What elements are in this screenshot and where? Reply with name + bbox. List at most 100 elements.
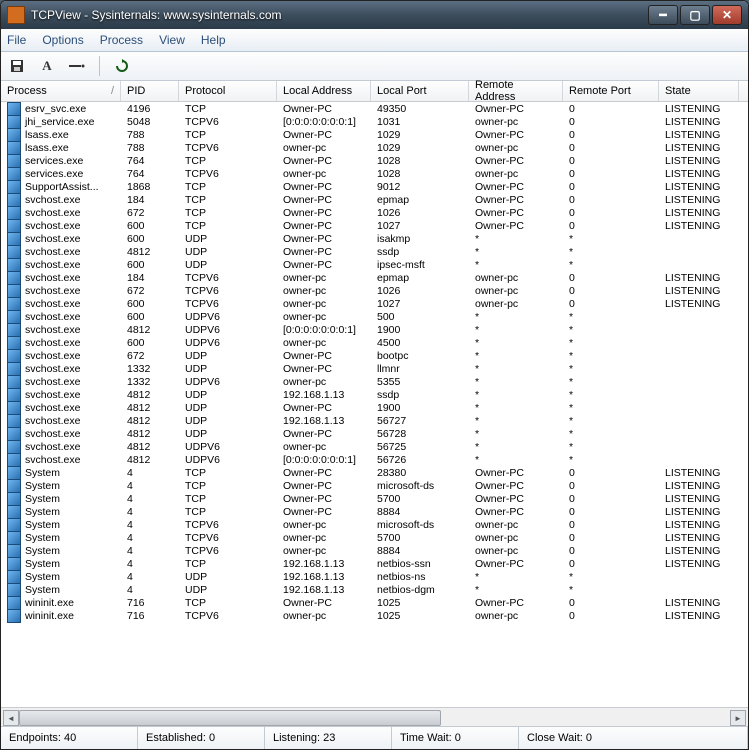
status-close-wait: Close Wait: 0 xyxy=(519,727,748,749)
cell-process: System xyxy=(1,466,121,480)
cell-local-address: Owner-PC xyxy=(277,103,371,115)
table-row[interactable]: svchost.exe4812UDPV6[0:0:0:0:0:0:0:1]567… xyxy=(1,453,748,466)
table-row[interactable]: services.exe764TCPV6owner-pc1028owner-pc… xyxy=(1,167,748,180)
table-row[interactable]: svchost.exe600UDPV6owner-pc4500** xyxy=(1,336,748,349)
process-icon xyxy=(7,180,21,194)
table-row[interactable]: System4UDP192.168.1.13netbios-ns** xyxy=(1,570,748,583)
cell-remote-address: owner-pc xyxy=(469,116,563,128)
menu-options[interactable]: Options xyxy=(42,33,83,47)
header-protocol[interactable]: Protocol xyxy=(179,81,277,101)
rule-button[interactable] xyxy=(67,56,87,76)
refresh-icon xyxy=(115,59,129,73)
table-row[interactable]: jhi_service.exe5048TCPV6[0:0:0:0:0:0:0:1… xyxy=(1,115,748,128)
table-row[interactable]: svchost.exe4812UDPOwner-PC1900** xyxy=(1,401,748,414)
table-row[interactable]: System4TCPOwner-PCmicrosoft-dsOwner-PC0L… xyxy=(1,479,748,492)
cell-local-address: owner-pc xyxy=(277,142,371,154)
cell-protocol: UDP xyxy=(179,389,277,401)
header-pid[interactable]: PID xyxy=(121,81,179,101)
header-state[interactable]: State xyxy=(659,81,739,101)
table-row[interactable]: lsass.exe788TCPOwner-PC1029Owner-PC0LIST… xyxy=(1,128,748,141)
scroll-right-arrow[interactable]: ► xyxy=(730,710,746,726)
header-remote-port[interactable]: Remote Port xyxy=(563,81,659,101)
table-row[interactable]: wininit.exe716TCPV6owner-pc1025owner-pc0… xyxy=(1,609,748,622)
table-row[interactable]: System4UDP192.168.1.13netbios-dgm** xyxy=(1,583,748,596)
table-row[interactable]: svchost.exe4812UDPV6[0:0:0:0:0:0:0:1]190… xyxy=(1,323,748,336)
table-row[interactable]: svchost.exe1332UDPOwner-PCllmnr** xyxy=(1,362,748,375)
cell-state: LISTENING xyxy=(659,168,739,180)
cell-state: LISTENING xyxy=(659,467,739,479)
table-row[interactable]: System4TCPV6owner-pc5700owner-pc0LISTENI… xyxy=(1,531,748,544)
table-row[interactable]: SupportAssist...1868TCPOwner-PC9012Owner… xyxy=(1,180,748,193)
table-row[interactable]: svchost.exe672TCPV6owner-pc1026owner-pc0… xyxy=(1,284,748,297)
cell-protocol: TCP xyxy=(179,103,277,115)
titlebar[interactable]: TCPView - Sysinternals: www.sysinternals… xyxy=(1,1,748,29)
header-remote-address[interactable]: Remote Address xyxy=(469,81,563,101)
scroll-left-arrow[interactable]: ◄ xyxy=(3,710,19,726)
table-row[interactable]: svchost.exe672TCPOwner-PC1026Owner-PC0LI… xyxy=(1,206,748,219)
menu-help[interactable]: Help xyxy=(201,33,226,47)
table-row[interactable]: System4TCPV6owner-pcmicrosoft-dsowner-pc… xyxy=(1,518,748,531)
save-button[interactable] xyxy=(7,56,27,76)
table-row[interactable]: System4TCPOwner-PC28380Owner-PC0LISTENIN… xyxy=(1,466,748,479)
close-button[interactable]: ✕ xyxy=(712,5,742,25)
table-row[interactable]: svchost.exe600TCPV6owner-pc1027owner-pc0… xyxy=(1,297,748,310)
cell-protocol: UDPV6 xyxy=(179,376,277,388)
minimize-button[interactable]: ━ xyxy=(648,5,678,25)
refresh-button[interactable] xyxy=(112,56,132,76)
table-row[interactable]: svchost.exe1332UDPV6owner-pc5355** xyxy=(1,375,748,388)
table-row[interactable]: svchost.exe4812UDP192.168.1.1356727** xyxy=(1,414,748,427)
cell-remote-address: * xyxy=(469,389,563,401)
cell-protocol: UDP xyxy=(179,428,277,440)
connection-table[interactable]: esrv_svc.exe4196TCPOwner-PC49350Owner-PC… xyxy=(1,102,748,707)
cell-remote-port: 0 xyxy=(563,194,659,206)
menu-process[interactable]: Process xyxy=(100,33,143,47)
maximize-button[interactable]: ▢ xyxy=(680,5,710,25)
table-row[interactable]: svchost.exe184TCPV6owner-pcepmapowner-pc… xyxy=(1,271,748,284)
process-name: svchost.exe xyxy=(25,415,80,427)
cell-local-address: Owner-PC xyxy=(277,246,371,258)
cell-state: LISTENING xyxy=(659,194,739,206)
table-row[interactable]: svchost.exe4812UDPOwner-PC56728** xyxy=(1,427,748,440)
cell-local-port: llmnr xyxy=(371,363,469,375)
header-process[interactable]: Process / xyxy=(1,81,121,101)
table-row[interactable]: svchost.exe672UDPOwner-PCbootpc** xyxy=(1,349,748,362)
table-row[interactable]: wininit.exe716TCPOwner-PC1025Owner-PC0LI… xyxy=(1,596,748,609)
header-local-address[interactable]: Local Address xyxy=(277,81,371,101)
scroll-thumb[interactable] xyxy=(19,710,441,726)
table-row[interactable]: lsass.exe788TCPV6owner-pc1029owner-pc0LI… xyxy=(1,141,748,154)
table-row[interactable]: svchost.exe600UDPOwner-PCisakmp** xyxy=(1,232,748,245)
cell-local-address: [0:0:0:0:0:0:0:1] xyxy=(277,116,371,128)
menu-view[interactable]: View xyxy=(159,33,185,47)
cell-pid: 1332 xyxy=(121,363,179,375)
cell-remote-address: owner-pc xyxy=(469,285,563,297)
table-row[interactable]: svchost.exe4812UDPOwner-PCssdp** xyxy=(1,245,748,258)
table-row[interactable]: esrv_svc.exe4196TCPOwner-PC49350Owner-PC… xyxy=(1,102,748,115)
table-row[interactable]: System4TCPOwner-PC5700Owner-PC0LISTENING xyxy=(1,492,748,505)
cell-pid: 4812 xyxy=(121,428,179,440)
cell-state: LISTENING xyxy=(659,181,739,193)
table-row[interactable]: services.exe764TCPOwner-PC1028Owner-PC0L… xyxy=(1,154,748,167)
horizontal-scrollbar[interactable]: ◄ ► xyxy=(1,707,748,726)
table-row[interactable]: svchost.exe4812UDPV6owner-pc56725** xyxy=(1,440,748,453)
table-row[interactable]: svchost.exe184TCPOwner-PCepmapOwner-PC0L… xyxy=(1,193,748,206)
cell-state: LISTENING xyxy=(659,298,739,310)
cell-process: System xyxy=(1,583,121,597)
cell-local-address: owner-pc xyxy=(277,441,371,453)
cell-remote-address: * xyxy=(469,441,563,453)
cell-process: services.exe xyxy=(1,154,121,168)
table-row[interactable]: svchost.exe600UDPV6owner-pc500** xyxy=(1,310,748,323)
header-local-port[interactable]: Local Port xyxy=(371,81,469,101)
table-row[interactable]: System4TCP192.168.1.13netbios-ssnOwner-P… xyxy=(1,557,748,570)
cell-process: System xyxy=(1,518,121,532)
process-name: svchost.exe xyxy=(25,376,80,388)
menu-file[interactable]: File xyxy=(7,33,26,47)
process-name: wininit.exe xyxy=(25,610,74,622)
table-row[interactable]: svchost.exe4812UDP192.168.1.13ssdp** xyxy=(1,388,748,401)
table-row[interactable]: System4TCPOwner-PC8884Owner-PC0LISTENING xyxy=(1,505,748,518)
table-row[interactable]: svchost.exe600TCPOwner-PC1027Owner-PC0LI… xyxy=(1,219,748,232)
cell-remote-port: * xyxy=(563,311,659,323)
cell-local-port: 1029 xyxy=(371,142,469,154)
a-button[interactable]: A xyxy=(37,56,57,76)
table-row[interactable]: System4TCPV6owner-pc8884owner-pc0LISTENI… xyxy=(1,544,748,557)
table-row[interactable]: svchost.exe600UDPOwner-PCipsec-msft** xyxy=(1,258,748,271)
